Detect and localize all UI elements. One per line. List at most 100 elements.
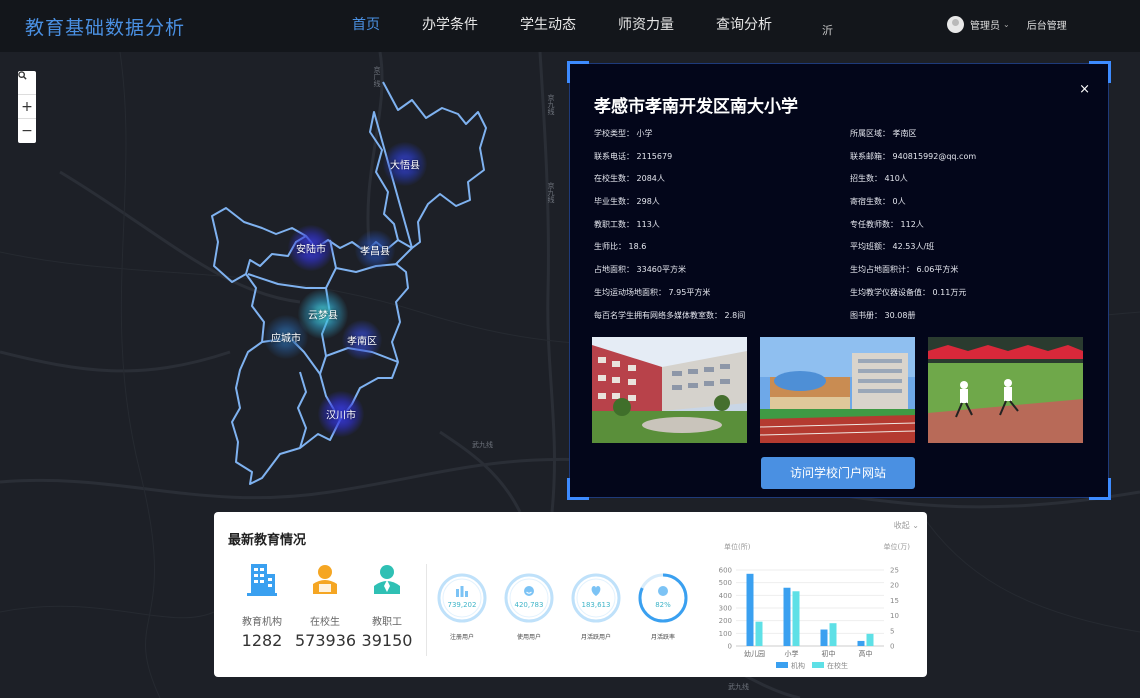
zoom-in-button[interactable]: + [18, 95, 36, 119]
legend-label: 在校生 [827, 661, 848, 670]
stat-label: 教育机构 [242, 617, 282, 628]
ring-value: 420,783 [515, 601, 544, 609]
y-tick-label-left: 500 [719, 579, 732, 587]
info-admissions: 招生数： 410人 [850, 174, 908, 184]
y-tick-label-left: 200 [719, 617, 732, 625]
school-detail-panel: 孝感市孝南开发区南大小学 × 学校类型： 小学 所属区域： 孝南区 联系电话： … [567, 61, 1111, 500]
plus-icon: + [21, 98, 33, 115]
bar-institutions [746, 573, 754, 646]
nav-student-dynamics[interactable]: 学生动态 [520, 0, 576, 52]
panel-corner [567, 61, 589, 83]
info-books: 图书册： 30.08册 [850, 310, 916, 320]
app-title: 教育基础数据分析 [25, 17, 186, 39]
city-label-xiaochang[interactable]: 孝昌县 [360, 243, 390, 258]
ring-value: 183,613 [582, 601, 611, 609]
panel-corner [1089, 478, 1111, 500]
ring-label: 使用用户 [516, 634, 541, 641]
close-icon[interactable]: × [1079, 82, 1090, 97]
info-area: 占地面积： 33460平方米 [594, 265, 686, 275]
panel-corner [1089, 61, 1111, 83]
stat-value: 1282 [241, 631, 283, 650]
minus-icon: − [21, 123, 33, 139]
chart-bar-icon [456, 586, 468, 597]
ring-chart: 82% [638, 573, 688, 623]
student-icon [313, 565, 337, 594]
city-label-anlu[interactable]: 安陆市 [296, 241, 326, 256]
ring-chart: 420,783 [504, 573, 554, 623]
collapse-button[interactable]: 收起 ⌄ [894, 520, 919, 531]
y-tick-label-right: 15 [890, 597, 899, 605]
bar-institutions [820, 629, 828, 646]
info-graduates: 毕业生数： 298人 [594, 197, 660, 207]
y-axis-label-left: 单位(所) [724, 542, 751, 551]
info-enrolled: 在校生数： 2084人 [594, 174, 665, 184]
search-icon [18, 71, 27, 80]
info-school-type: 学校类型： 小学 [594, 129, 653, 138]
zoom-out-button[interactable]: − [18, 119, 36, 143]
stat-value: 39150 [361, 631, 413, 650]
education-stats-card: 最新教育情况 收起 ⌄ 教育机构 1282 在校生 573936 教职工 391… [214, 512, 927, 677]
info-ratio: 生师比： 18.6 [594, 242, 647, 252]
road-label: 武九线 [728, 683, 749, 691]
nav-school-conditions[interactable]: 办学条件 [422, 0, 478, 52]
bar-students [755, 621, 763, 646]
city-label-dawu[interactable]: 大悟县 [390, 157, 420, 172]
y-tick-label-left: 100 [719, 630, 732, 638]
ring-monthly-active-rate: 82% 月活跃率 [635, 572, 691, 641]
user-name: 管理员 [970, 21, 1000, 32]
info-sports-area: 生均运动场地面积： 7.95平方米 [594, 287, 711, 297]
visit-school-website-button[interactable]: 访问学校门户网站 [761, 457, 915, 489]
info-staff: 教职工数： 113人 [594, 219, 660, 229]
school-photo-sports[interactable] [928, 337, 1083, 443]
stat-label: 教职工 [372, 617, 402, 628]
city-label-yingcheng[interactable]: 应城市 [271, 330, 301, 345]
ring-label: 注册用户 [449, 634, 474, 641]
stat-label: 在校生 [310, 617, 340, 628]
y-axis-label-right: 单位(万) [884, 542, 911, 551]
x-tick-label: 初中 [822, 649, 836, 658]
avatar [947, 16, 964, 33]
school-photo-building[interactable] [592, 337, 747, 443]
ring-label: 月活跃率 [650, 634, 675, 641]
city-label-hanchuan[interactable]: 汉川市 [326, 407, 356, 422]
panel-corner [567, 478, 589, 500]
y-tick-label-right: 5 [890, 627, 894, 635]
ring-chart: 739,202 [437, 573, 487, 623]
user-menu[interactable]: 管理员 ⌄ 后台管理 [947, 16, 1067, 33]
ring-monthly-active: 183,613 月活跃用户 [568, 572, 624, 641]
info-multimedia-rooms: 每百名学生拥有网络多媒体教室数： 2.8间 [594, 310, 746, 320]
nav-home[interactable]: 首页 [352, 0, 380, 52]
admin-link[interactable]: 后台管理 [1027, 17, 1067, 32]
stats-divider [426, 564, 427, 656]
road-label: 京九线 [547, 94, 555, 115]
road-label: 京广线 [373, 66, 381, 87]
legend-swatch [812, 662, 824, 668]
nav-query-analysis[interactable]: 查询分析 [716, 0, 772, 52]
ring-label: 月活跃用户 [580, 634, 611, 641]
school-info-grid: 学校类型： 小学 所属区域： 孝南区 联系电话： 2115679 联系邮箱： 9… [594, 128, 1094, 332]
map-search-button[interactable] [18, 71, 36, 95]
institution-student-bar-chart: 单位(所) 单位(万) 0 100 200 300 400 500 600 0 5 10 15 20 25 幼… [719, 542, 911, 670]
bar-students [829, 623, 837, 646]
y-tick-label-right: 0 [890, 643, 894, 651]
info-class-size: 平均班额： 42.53人/班 [850, 242, 935, 252]
building-icon [247, 564, 277, 596]
city-label-yunmeng[interactable]: 云梦县 [308, 307, 338, 322]
info-email: 联系邮箱： 940815992@qq.com [850, 151, 977, 161]
stat-staff: 教职工 39150 [357, 564, 417, 650]
y-tick-label-left: 400 [719, 592, 732, 600]
school-photo-campus[interactable] [760, 337, 915, 443]
heart-icon [591, 586, 601, 596]
top-header: 教育基础数据分析 首页 办学条件 学生动态 师资力量 查询分析 沂 管理员 ⌄ … [0, 0, 1140, 52]
city-label-xiaonan[interactable]: 孝南区 [347, 333, 377, 348]
y-tick-label-left: 600 [719, 567, 732, 575]
info-teachers: 专任教师数： 112人 [850, 219, 924, 229]
stat-value: 573936 [295, 631, 357, 650]
x-tick-label: 小学 [785, 649, 799, 658]
x-tick-label: 幼儿园 [744, 649, 765, 658]
nav-extra-text: 沂 [822, 24, 833, 37]
nav-teachers[interactable]: 师资力量 [618, 0, 674, 52]
info-boarders: 寄宿生数： 0人 [850, 197, 906, 207]
x-tick-label: 高中 [859, 649, 873, 658]
info-region: 所属区域： 孝南区 [850, 129, 917, 138]
